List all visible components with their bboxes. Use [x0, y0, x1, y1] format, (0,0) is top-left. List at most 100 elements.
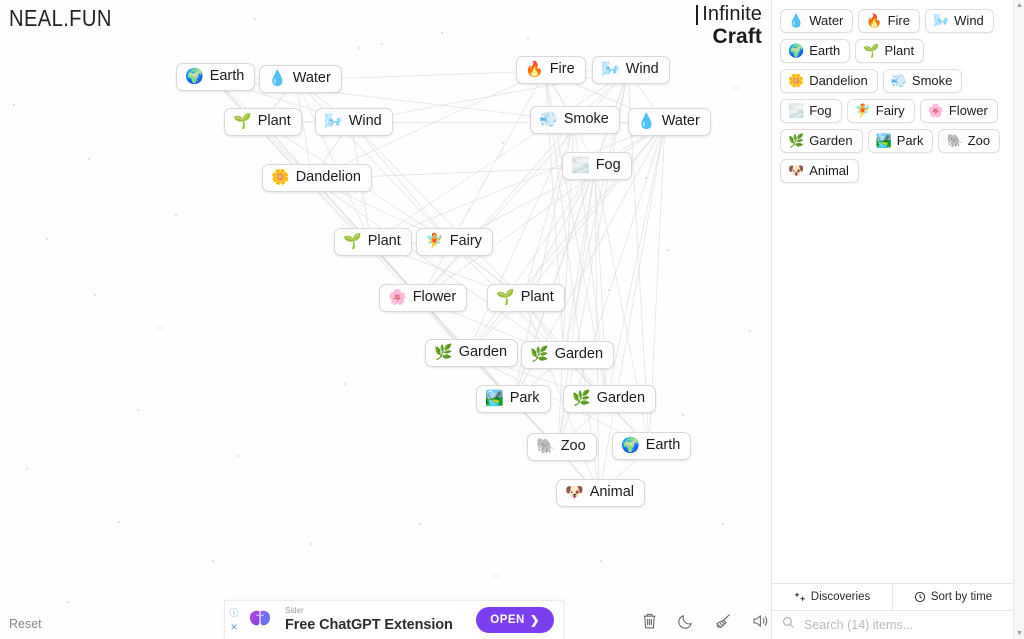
particle-dot: [237, 455, 239, 457]
particle-dot: [722, 523, 724, 525]
earth-icon: 🌍: [185, 67, 204, 86]
plant-icon: 🌱: [233, 112, 252, 131]
canvas-node-fog[interactable]: 🌫️ Fog: [562, 152, 632, 180]
zoo-icon: 🐘: [536, 437, 555, 456]
canvas-node-garden[interactable]: 🌿 Garden: [563, 385, 657, 413]
canvas-node-label: Dandelion: [295, 169, 361, 185]
discoveries-label: Discoveries: [810, 591, 871, 603]
particle-dot: [344, 383, 346, 385]
particle-dot: [608, 289, 610, 291]
wind-icon: 🌬️: [932, 13, 950, 29]
canvas-node-plant[interactable]: 🌱 Plant: [334, 228, 412, 256]
sidebar-item-garden[interactable]: 🌿 Garden: [780, 129, 863, 153]
sound-icon[interactable]: [750, 611, 770, 631]
canvas-node-label: Zoo: [560, 438, 586, 454]
sidebar-footer: Discoveries Sort by time: [772, 583, 1013, 639]
canvas-node-plant[interactable]: 🌱 Plant: [487, 284, 565, 312]
sort-by-time-button[interactable]: Sort by time: [893, 584, 1013, 610]
sidebar-item-smoke[interactable]: 💨 Smoke: [882, 69, 963, 93]
canvas-node-wind[interactable]: 🌬️ Wind: [315, 108, 393, 136]
canvas-node-earth[interactable]: 🌍 Earth: [176, 63, 256, 91]
infinite-craft-app: 🌍 Earth 💧 Water 🔥 Fire 🌬️ Wind 🌱 Plant 🌬️ Wind 💨 Smok…: [0, 0, 1024, 639]
canvas-node-label: Earth: [209, 68, 245, 84]
sidebar-items-list[interactable]: 💧 Water 🔥 Fire 🌬️ Wind 🌍 Earth 🌱 Plant 🌼 Dandelion 💨…: [772, 0, 1013, 583]
connection-lines: [211, 70, 666, 496]
ad-close-icon[interactable]: ✕: [230, 622, 238, 632]
ad-banner[interactable]: ⓘ ✕ Sider Free ChatGPT Extension OPEN ❯: [224, 600, 564, 639]
sidebar-item-label: Earth: [809, 43, 841, 58]
sidebar-item-label: Smoke: [911, 73, 953, 88]
fog-icon: 🌫️: [788, 103, 805, 119]
canvas-node-animal[interactable]: 🐶 Animal: [556, 479, 646, 507]
canvas-node-zoo[interactable]: 🐘 Zoo: [527, 433, 597, 461]
discoveries-button[interactable]: Discoveries: [772, 584, 893, 610]
crafting-canvas[interactable]: 🌍 Earth 💧 Water 🔥 Fire 🌬️ Wind 🌱 Plant 🌬️ Wind 💨 Smok…: [0, 0, 771, 639]
particle-dot: [137, 409, 139, 411]
canvas-node-label: Wind: [348, 113, 382, 129]
sidebar-item-label: Flower: [948, 103, 988, 118]
scroll-up-arrow[interactable]: ▲: [1014, 0, 1024, 11]
particle-dot: [254, 18, 256, 20]
search-icon: [782, 616, 795, 634]
sidebar-item-label: Plant: [884, 43, 915, 58]
dandelion-icon: 🌼: [788, 73, 805, 89]
canvas-node-smoke[interactable]: 💨 Smoke: [530, 106, 620, 134]
sidebar-item-wind[interactable]: 🌬️ Wind: [924, 9, 994, 33]
sidebar-item-fire[interactable]: 🔥 Fire: [858, 9, 920, 33]
canvas-node-dandelion[interactable]: 🌼 Dandelion: [262, 164, 372, 192]
sidebar-item-earth[interactable]: 🌍 Earth: [780, 39, 851, 63]
neal-fun-logo[interactable]: NEAL.FUN: [9, 6, 112, 33]
sidebar-item-dandelion[interactable]: 🌼 Dandelion: [780, 69, 878, 93]
sidebar-item-label: Fire: [887, 13, 910, 28]
page-title: Infinite Craft: [696, 4, 762, 47]
ad-brand-label: Sider: [285, 606, 304, 616]
scroll-down-arrow[interactable]: ▼: [1014, 628, 1024, 639]
sidebar-item-plant[interactable]: 🌱 Plant: [855, 39, 925, 63]
particle-dot: [212, 560, 214, 562]
fog-icon: 🌫️: [571, 156, 590, 175]
broom-icon[interactable]: [713, 611, 733, 631]
canvas-node-flower[interactable]: 🌸 Flower: [379, 284, 468, 312]
sidebar-item-label: Fog: [809, 103, 832, 118]
canvas-node-plant[interactable]: 🌱 Plant: [224, 108, 302, 136]
garden-icon: 🌿: [572, 389, 591, 408]
animal-icon: 🐶: [788, 163, 805, 179]
trash-icon[interactable]: [639, 611, 659, 631]
search-input[interactable]: [802, 617, 1003, 633]
canvas-node-water[interactable]: 💧 Water: [628, 108, 711, 136]
ad-info-icon[interactable]: ⓘ: [229, 608, 238, 618]
sidebar-item-label: Dandelion: [809, 73, 868, 88]
wind-icon: 🌬️: [601, 60, 620, 79]
sidebar-item-park[interactable]: 🏞️ Park: [867, 129, 934, 153]
canvas-node-earth[interactable]: 🌍 Earth: [612, 432, 692, 460]
moon-icon[interactable]: [676, 611, 696, 631]
ad-open-button[interactable]: OPEN ❯: [476, 607, 554, 633]
canvas-node-water[interactable]: 💧 Water: [259, 65, 342, 93]
sidebar-item-fog[interactable]: 🌫️ Fog: [780, 99, 842, 123]
sidebar-item-zoo[interactable]: 🐘 Zoo: [938, 129, 1001, 153]
canvas-node-garden[interactable]: 🌿 Garden: [521, 341, 615, 369]
sidebar-item-flower[interactable]: 🌸 Flower: [919, 99, 998, 123]
plant-icon: 🌱: [496, 288, 515, 307]
chevron-right-icon: ❯: [529, 615, 540, 627]
canvas-node-park[interactable]: 🏞️ Park: [476, 385, 551, 413]
canvas-node-fairy[interactable]: 🧚 Fairy: [416, 228, 493, 256]
earth-icon: 🌍: [788, 43, 805, 59]
sidebar-item-label: Wind: [954, 13, 984, 28]
canvas-node-wind[interactable]: 🌬️ Wind: [592, 56, 670, 84]
canvas-node-garden[interactable]: 🌿 Garden: [425, 339, 519, 367]
sidebar-item-fairy[interactable]: 🧚 Fairy: [846, 99, 915, 123]
sidebar-item-label: Garden: [809, 133, 853, 148]
sidebar-item-water[interactable]: 💧 Water: [780, 9, 854, 33]
fairy-icon: 🧚: [425, 232, 444, 251]
canvas-node-fire[interactable]: 🔥 Fire: [516, 56, 586, 84]
sidebar-search-row[interactable]: [772, 611, 1013, 639]
sidebar-item-label: Animal: [809, 163, 849, 178]
canvas-node-label: Garden: [554, 346, 604, 362]
reset-link[interactable]: Reset: [9, 617, 42, 631]
sidebar-item-label: Water: [809, 13, 844, 28]
canvas-node-label: Fire: [549, 61, 575, 77]
page-scrollbar[interactable]: ▲ ▼: [1013, 0, 1024, 639]
sidebar-item-animal[interactable]: 🐶 Animal: [780, 159, 859, 183]
canvas-node-label: Plant: [257, 113, 291, 129]
